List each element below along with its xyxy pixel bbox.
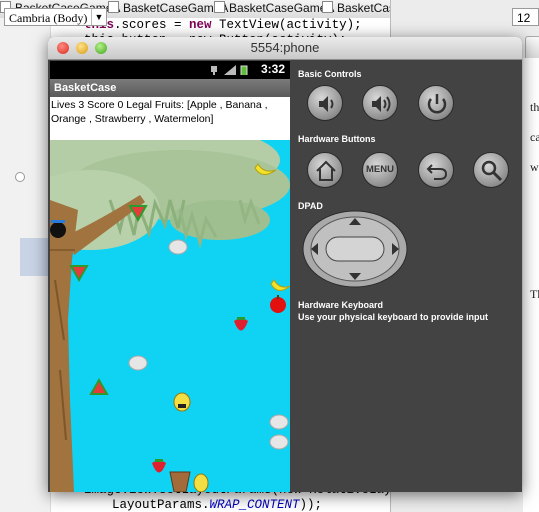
garlic-icon <box>168 239 188 255</box>
code-line: this.scores = new TextView(activity); <box>84 18 362 32</box>
scores-text: Lives 3 Score 0 Legal Fruits: [Apple , B… <box>50 97 290 139</box>
basket-icon <box>169 471 191 492</box>
chevron-down-icon[interactable]: ▼ <box>91 9 106 25</box>
code-line: LayoutParams.WRAP_CONTENT)); <box>112 498 323 512</box>
power-button[interactable] <box>418 85 454 121</box>
document-text: th <box>530 100 539 114</box>
usb-icon <box>211 66 217 75</box>
bomb-icon <box>50 220 66 238</box>
keyboard-hint: Use your physical keyboard to provide in… <box>298 312 489 322</box>
java-file-icon <box>214 1 225 13</box>
beehive-icon <box>173 392 191 412</box>
editor-tab[interactable]: BasketCaseGameA <box>214 0 334 18</box>
emulator-titlebar[interactable]: 5554:phone <box>48 37 522 60</box>
status-time: 3:32 <box>260 62 285 76</box>
toolbar-button[interactable] <box>525 36 539 60</box>
home-icon <box>316 160 336 181</box>
apple-icon <box>270 295 286 313</box>
keyboard-title: Hardware Keyboard <box>298 300 384 310</box>
beehive-icon <box>193 473 209 492</box>
back-icon <box>426 164 448 180</box>
hardware-buttons-label: Hardware Buttons <box>298 134 376 144</box>
garlic-icon <box>128 355 148 371</box>
fold-marker-icon[interactable] <box>15 172 25 182</box>
strawberry-icon <box>234 317 248 331</box>
dpad[interactable] <box>302 210 408 288</box>
volume-down-icon <box>319 96 334 112</box>
document-page[interactable] <box>523 58 539 512</box>
java-file-icon <box>322 1 333 13</box>
watermelon-icon <box>89 377 109 395</box>
font-name-select[interactable]: Cambria (Body) ▼ <box>4 8 107 26</box>
document-text: w <box>530 160 539 174</box>
banana-icon <box>270 279 290 291</box>
power-icon <box>427 94 447 114</box>
emulator-window: 5554:phone 3:32 BasketCase Lives 3 Score… <box>48 37 522 492</box>
menu-button[interactable]: MENU <box>362 152 398 188</box>
strawberry-icon <box>152 459 166 473</box>
volume-down-button[interactable] <box>307 85 343 121</box>
volume-up-icon <box>372 96 391 112</box>
search-icon <box>481 160 503 182</box>
dpad-icon <box>302 210 408 288</box>
game-canvas[interactable] <box>50 140 290 492</box>
document-text: Th <box>530 287 539 301</box>
home-button[interactable] <box>307 152 343 188</box>
garlic-icon <box>269 434 289 450</box>
app-title-bar: BasketCase <box>50 79 290 97</box>
android-status-bar: 3:32 <box>50 61 290 79</box>
window-title: 5554:phone <box>250 40 320 55</box>
signal-icon <box>224 65 236 75</box>
basic-controls-label: Basic Controls <box>298 69 362 79</box>
battery-icon <box>240 65 248 75</box>
editor-gutter <box>0 18 51 512</box>
search-button[interactable] <box>473 152 509 188</box>
back-button[interactable] <box>418 152 454 188</box>
phone-screen[interactable]: 3:32 BasketCase Lives 3 Score 0 Legal Fr… <box>50 61 290 492</box>
java-file-icon <box>108 1 119 13</box>
volume-up-button[interactable] <box>362 85 398 121</box>
emulator-controls: Basic Controls Hardware Buttons MENU DPA… <box>290 59 522 492</box>
current-line-highlight <box>20 238 50 276</box>
menu-button-label: MENU <box>366 164 394 175</box>
garlic-icon <box>269 414 289 430</box>
watermelon-icon <box>69 265 89 283</box>
font-size-select[interactable]: 12 <box>512 8 539 26</box>
document-text: ca <box>530 130 539 144</box>
game-scene <box>50 140 290 492</box>
editor-tab[interactable]: BasketCaseGameA <box>108 0 228 18</box>
